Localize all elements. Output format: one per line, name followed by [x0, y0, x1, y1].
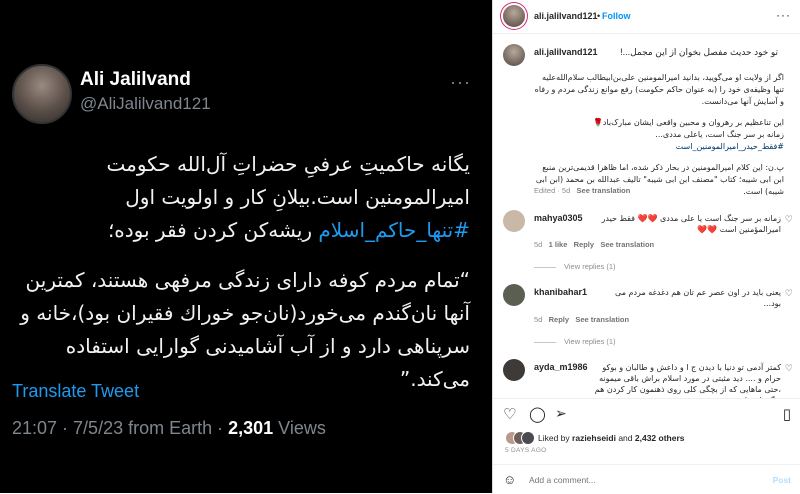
tweet-author-name: Ali Jalilvand — [80, 69, 191, 90]
post-header: ali.jalilvand121 • Follow ··· — [493, 0, 800, 34]
follow-button[interactable]: Follow — [602, 11, 631, 21]
tweet-paragraph-1-a: یگانه حاکمیتِ عرفیِ حضراتِ آل‌الله حکومت… — [106, 152, 471, 209]
view-replies-label[interactable]: View replies (1) — [564, 337, 616, 346]
caption-paragraph: زمانه بر سر جنگ است، یاعلی مددی... — [655, 130, 784, 139]
add-comment-input[interactable] — [527, 471, 741, 489]
comment-see-translation[interactable]: See translation — [600, 240, 654, 249]
liked-by-and: and — [615, 433, 635, 443]
tweet-paragraph-2: “تمام مردم کوفه دارای زندگی مرفهی هستند،… — [20, 268, 470, 391]
comment-reply[interactable]: Reply — [574, 240, 594, 249]
comment-reply[interactable]: Reply — [549, 315, 569, 324]
caption-time: Edited · 5d — [534, 186, 571, 195]
tweet-hashtag: #تنها_حاکم_اسلام — [318, 218, 470, 242]
comment-time: 5d — [534, 240, 543, 249]
tweet-paragraph-1-b: ریشه‌کن کردن فقر بوده؛ — [107, 218, 319, 242]
liked-by: Liked by raziehseidi and 2,432 others — [538, 433, 685, 443]
caption-first-line: تو خود حدیث مفصل بخوان از این مجمل...! — [620, 47, 778, 57]
instagram-panel: ali.jalilvand121 • Follow ··· ali.jalilv… — [492, 0, 800, 493]
likes-count[interactable]: 2,432 others — [635, 433, 685, 443]
share-icon[interactable]: ➢ — [555, 405, 567, 422]
view-replies[interactable]: View replies (1) — [534, 337, 616, 346]
view-replies-label[interactable]: View replies (1) — [564, 262, 616, 271]
comment-text: یعنی باید در اون عصر عم تان هم دغدغه مرد… — [615, 288, 781, 308]
liker-avatar — [521, 431, 535, 445]
comment-meta: 5d 1 like Reply See translation — [534, 240, 654, 249]
comment-username[interactable]: ayda_m1986 — [534, 362, 588, 372]
caption-avatar[interactable] — [503, 44, 525, 66]
tweet-author-handle: @AliJalilvand121 — [80, 94, 211, 113]
add-comment-bar: ☺ Post — [493, 464, 800, 494]
comments-scroll-area[interactable]: ali.jalilvand121 تو خود حدیث مفصل بخوان … — [493, 34, 800, 398]
screen: Ali Jalilvand @AliJalilvand121 ··· یگانه… — [0, 0, 800, 493]
tweet-translate-link: Translate Tweet — [12, 381, 140, 401]
comment-username[interactable]: khanibahar1 — [534, 287, 587, 297]
emoji-icon[interactable]: ☺ — [503, 472, 516, 487]
post-actions-bar: ♡ ◯ ➢ ▯ Liked by raziehseidi and 2,432 o… — [493, 398, 800, 457]
view-replies[interactable]: View replies (1) — [534, 262, 616, 271]
tweet-avatar — [12, 64, 72, 124]
like-heart-icon[interactable]: ♡ — [503, 405, 516, 423]
tweet-timestamp: 21:07 · 7/5/23 from Earth · — [12, 418, 229, 438]
caption-meta: Edited · 5d See translation — [534, 186, 630, 195]
comment-likes[interactable]: 1 like — [549, 240, 568, 249]
comment-like-heart-icon[interactable]: ♡ — [785, 288, 793, 299]
comment-text: کمتر آدمی تو دنیا با دیدن ج ا و داعش و ط… — [594, 363, 781, 398]
post-comment-button[interactable]: Post — [773, 475, 791, 485]
comment-username[interactable]: mahya0305 — [534, 213, 583, 223]
tweet-image: Ali Jalilvand @AliJalilvand121 ··· یگانه… — [0, 0, 492, 493]
comment-like-heart-icon[interactable]: ♡ — [785, 363, 793, 374]
comment-text: زمانه بر سر جنگ است یا علی مددی ❤️❤️ فقط… — [601, 214, 781, 234]
comment-avatar[interactable] — [503, 284, 525, 306]
more-options-icon[interactable]: ··· — [776, 8, 791, 22]
tweet-more-icon: ··· — [450, 72, 471, 92]
comment-see-translation[interactable]: See translation — [575, 315, 629, 324]
comment-like-heart-icon[interactable]: ♡ — [785, 214, 793, 225]
comment-meta: 5d Reply See translation — [534, 315, 629, 324]
liked-by-prefix: Liked by — [538, 433, 573, 443]
tweet-views-label: Views — [273, 418, 326, 438]
caption-hashtag[interactable]: #فقط_حیدر_امیرالمومنین_است — [534, 141, 784, 153]
caption-paragraph: این تناعظیم بر رهروان و محبین واقعی ایشا… — [592, 118, 784, 127]
separator-dot: • — [597, 11, 601, 21]
caption-paragraph: اگر از ولایت او می‌گویید، بدانید امیرالم… — [534, 73, 784, 106]
comment-avatar[interactable] — [503, 359, 525, 381]
author-username[interactable]: ali.jalilvand121 — [534, 11, 598, 21]
tweet-paragraph-1: یگانه حاکمیتِ عرفیِ حضراتِ آل‌الله حکومت… — [20, 148, 471, 247]
tweet-meta: 21:07 · 7/5/23 from Earth · 2,301 Views — [12, 418, 326, 439]
comment-time: 5d — [534, 315, 543, 324]
caption-see-translation[interactable]: See translation — [577, 186, 631, 195]
comment-avatar[interactable] — [503, 210, 525, 232]
tweet-views-count: 2,301 — [228, 418, 274, 438]
liked-by-user[interactable]: raziehseidi — [572, 433, 616, 443]
author-avatar[interactable] — [503, 5, 525, 27]
post-age: 5 DAYS AGO — [505, 447, 547, 454]
caption-username[interactable]: ali.jalilvand121 — [534, 47, 598, 57]
comment-icon[interactable]: ◯ — [529, 405, 546, 423]
bookmark-icon[interactable]: ▯ — [783, 405, 791, 423]
